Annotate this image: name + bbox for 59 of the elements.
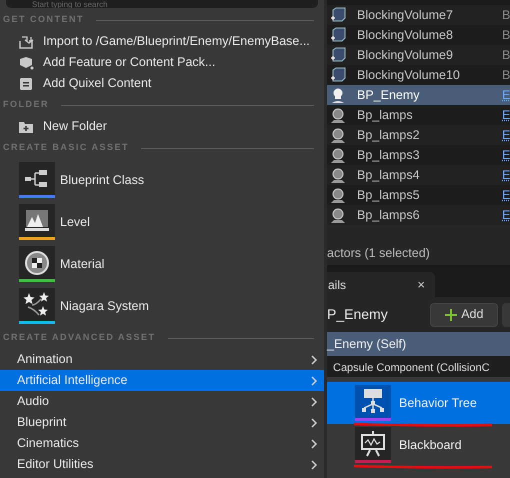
cube-icon bbox=[330, 7, 346, 23]
asset-item[interactable]: Blueprint Class bbox=[0, 159, 324, 201]
actor-name: P_Enemy bbox=[327, 305, 388, 324]
stars-icon bbox=[23, 290, 51, 318]
section-heading: GET CONTENT bbox=[3, 13, 84, 26]
easel-icon bbox=[359, 430, 387, 458]
menu-item[interactable]: Add Feature or Content Pack... bbox=[0, 52, 324, 73]
package-icon bbox=[18, 54, 34, 70]
asset-item[interactable]: Niagara System bbox=[0, 285, 324, 327]
category-item[interactable]: Editor Utilities bbox=[0, 454, 324, 475]
asset-item[interactable]: Level bbox=[0, 201, 324, 243]
category-item[interactable]: Cinematics bbox=[0, 433, 324, 454]
sphere-on-stand-icon bbox=[330, 187, 346, 203]
asset-item[interactable]: Material bbox=[0, 243, 324, 285]
menu-item[interactable]: Import to /Game/Blueprint/Enemy/EnemyBase... bbox=[0, 31, 324, 52]
import-icon bbox=[18, 34, 34, 50]
component-row[interactable]: _Enemy (Self) bbox=[327, 332, 510, 356]
category-item[interactable]: Artificial Intelligence bbox=[0, 370, 324, 391]
checkered-sphere-icon bbox=[24, 250, 50, 276]
document-icon bbox=[18, 76, 34, 92]
outliner-row[interactable]: Bp_lamps2 E bbox=[327, 125, 510, 145]
sphere-on-stand-icon bbox=[330, 167, 346, 183]
status-text: actors (1 selected) bbox=[327, 245, 430, 262]
chevron-right-icon bbox=[310, 418, 318, 428]
sphere-on-stand-icon bbox=[330, 107, 346, 123]
add-button[interactable]: Add bbox=[430, 302, 498, 326]
outliner-row[interactable]: BlockingVolume9 B bbox=[327, 45, 510, 65]
chevron-right-icon bbox=[310, 376, 318, 386]
section-heading: CREATE ADVANCED ASSET bbox=[3, 331, 156, 344]
mountain-icon bbox=[24, 208, 50, 232]
chevron-right-icon bbox=[310, 396, 318, 406]
section-heading: CREATE BASIC ASSET bbox=[3, 141, 130, 154]
category-item[interactable]: Blueprint bbox=[0, 412, 324, 433]
search-field[interactable]: Start typing to search bbox=[6, 0, 318, 8]
cube-icon bbox=[330, 27, 346, 43]
submenu-item[interactable]: Blackboard bbox=[327, 424, 510, 466]
section-heading: FOLDER bbox=[3, 98, 49, 112]
outliner-row[interactable]: Bp_lamps4 E bbox=[327, 165, 510, 185]
chevron-right-icon bbox=[310, 354, 318, 364]
cube-icon bbox=[330, 67, 346, 83]
sphere-on-stand-icon bbox=[330, 207, 346, 223]
outliner-row[interactable]: BP_Enemy E bbox=[327, 85, 510, 105]
hierarchy-icon bbox=[360, 388, 386, 416]
plus-icon bbox=[445, 308, 458, 320]
outliner-row[interactable]: BlockingVolume7 B bbox=[327, 5, 510, 25]
outliner-row[interactable]: Bp_lamps6 E bbox=[327, 205, 510, 225]
submenu-item[interactable]: Behavior Tree bbox=[327, 382, 510, 424]
cube-icon bbox=[330, 47, 346, 63]
sphere-on-stand-icon bbox=[330, 127, 346, 143]
close-icon[interactable]: × bbox=[417, 274, 425, 294]
category-item[interactable]: Animation bbox=[0, 349, 324, 370]
sphere-on-stand-icon bbox=[330, 147, 346, 163]
category-item[interactable]: Audio bbox=[0, 391, 324, 412]
node-graph-icon bbox=[24, 168, 50, 188]
chevron-right-icon bbox=[310, 460, 318, 470]
menu-item[interactable]: New Folder bbox=[0, 116, 324, 137]
chevron-right-icon bbox=[310, 438, 318, 448]
menu-item[interactable]: Add Quixel Content bbox=[0, 73, 324, 94]
details-tab[interactable]: ails × bbox=[327, 272, 435, 297]
